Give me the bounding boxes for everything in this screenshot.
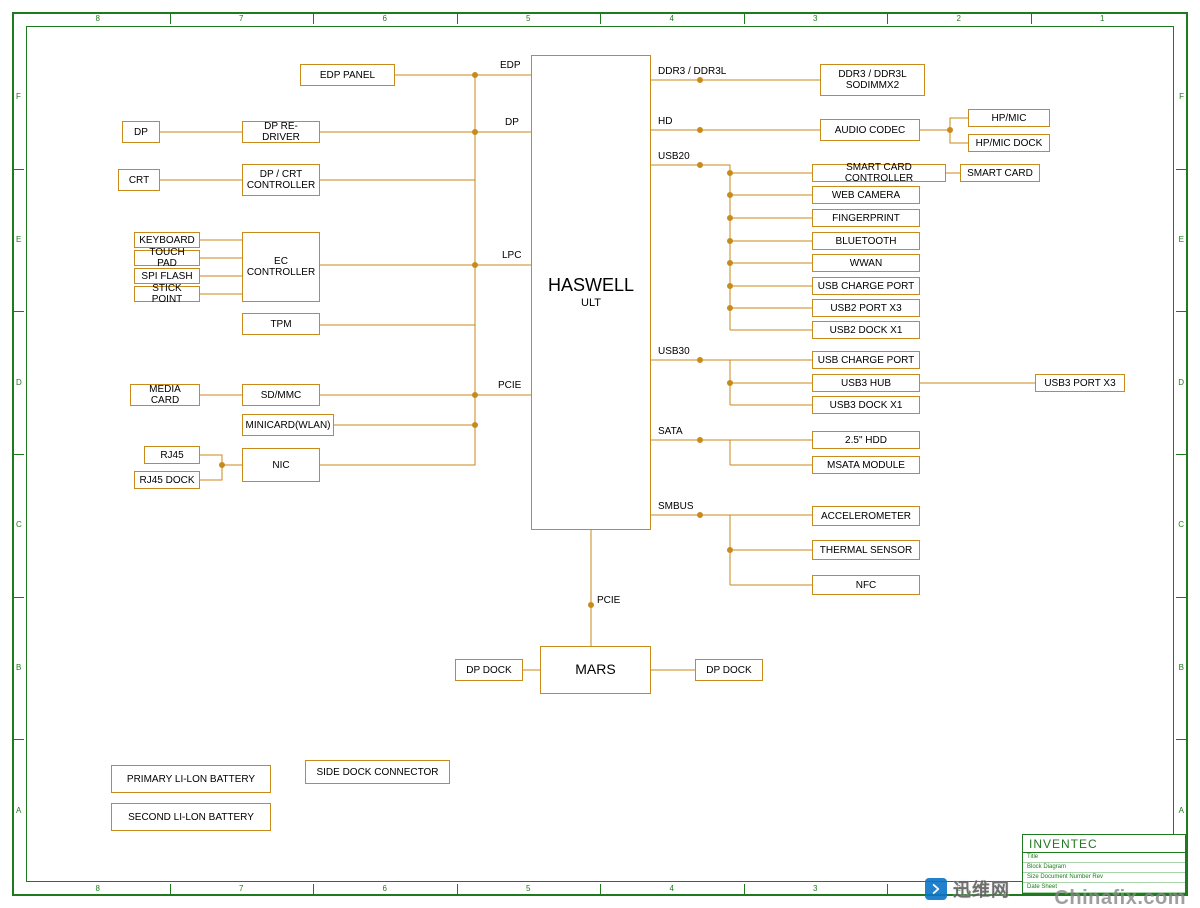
block-bluetooth: BLUETOOTH (812, 232, 920, 250)
title-row-2: Block Diagram (1023, 863, 1185, 873)
block-usb3-dock-x1: USB3 DOCK X1 (812, 396, 920, 414)
watermark-logo: 迅维网 (925, 876, 1010, 902)
label-sata: SATA (658, 426, 683, 437)
block-wwan: WWAN (812, 254, 920, 272)
watermark-text-zh: 迅维网 (953, 876, 1010, 902)
block-hp-mic: HP/MIC (968, 109, 1050, 127)
grid-row-left: D (1178, 379, 1184, 389)
block-primary-battery: PRIMARY LI-LON BATTERY (111, 765, 271, 793)
grid-col-top: 3 (810, 885, 820, 893)
block-thermal-sensor: THERMAL SENSOR (812, 540, 920, 560)
grid-row-left: E (1179, 236, 1184, 246)
block-nfc: NFC (812, 575, 920, 595)
block-keyboard: KEYBOARD (134, 232, 200, 248)
mars-label: MARS (575, 662, 615, 677)
grid-row-left: A (1179, 807, 1184, 817)
grid-row-left: F (16, 93, 21, 103)
block-sd-mmc: SD/MMC (242, 384, 320, 406)
label-pcie-down: PCIE (597, 595, 620, 606)
block-dp-dock-right: DP DOCK (695, 659, 763, 681)
title-block: INVENTEC Title Block Diagram Size Docume… (1022, 834, 1186, 894)
grid-col-top: 4 (667, 885, 677, 893)
block-media-card: MEDIA CARD (130, 384, 200, 406)
grid-row-left: C (1178, 521, 1184, 531)
title-row-1: Title (1023, 853, 1185, 863)
grid-col-top: 8 (93, 15, 103, 23)
block-side-dock-connector: SIDE DOCK CONNECTOR (305, 760, 450, 784)
grid-row-left: A (16, 807, 21, 817)
grid-col-top: 7 (236, 885, 246, 893)
title-brand: INVENTEC (1023, 835, 1185, 853)
block-dp-crt-controller: DP / CRT CONTROLLER (242, 164, 320, 196)
label-edp: EDP (500, 60, 521, 71)
grid-row-left: B (1179, 664, 1184, 674)
block-web-camera: WEB CAMERA (812, 186, 920, 204)
block-hp-mic-dock: HP/MIC DOCK (968, 134, 1050, 152)
grid-col-top: 2 (954, 15, 964, 23)
block-usb-charge-port-2: USB CHARGE PORT (812, 351, 920, 369)
label-smbus: SMBUS (658, 501, 694, 512)
block-usb-charge-port-1: USB CHARGE PORT (812, 277, 920, 295)
block-msata-module: MSATA MODULE (812, 456, 920, 474)
grid-col-top: 1 (1097, 15, 1107, 23)
cpu-subtitle: ULT (581, 297, 601, 309)
block-ddr-sodimm: DDR3 / DDR3L SODIMMX2 (820, 64, 925, 96)
block-edp-panel: EDP PANEL (300, 64, 395, 86)
title-row-3: Size Document Number Rev (1023, 873, 1185, 883)
block-ec-controller: EC CONTROLLER (242, 232, 320, 302)
grid-col-top: 5 (523, 15, 533, 23)
block-dp-redriver: DP RE-DRIVER (242, 121, 320, 143)
block-second-battery: SECOND LI-LON BATTERY (111, 803, 271, 831)
label-pcie-left: PCIE (498, 380, 521, 391)
block-tpm: TPM (242, 313, 320, 335)
grid-row-left: F (1179, 93, 1184, 103)
block-stick-point: STICK POINT (134, 286, 200, 302)
block-usb2-port-x3: USB2 PORT X3 (812, 299, 920, 317)
block-spi-flash: SPI FLASH (134, 268, 200, 284)
label-hd: HD (658, 116, 672, 127)
block-rj45-dock: RJ45 DOCK (134, 471, 200, 489)
block-crt: CRT (118, 169, 160, 191)
grid-col-top: 8 (93, 885, 103, 893)
label-dp: DP (505, 117, 519, 128)
block-smart-card: SMART CARD (960, 164, 1040, 182)
block-usb3-hub: USB3 HUB (812, 374, 920, 392)
label-usb20: USB20 (658, 151, 690, 162)
grid-col-top: 6 (380, 15, 390, 23)
watermark-url: Chinafix.com (1054, 887, 1186, 908)
label-ddr: DDR3 / DDR3L (658, 66, 726, 77)
block-mars: MARS (540, 646, 651, 694)
block-haswell-ult: HASWELL ULT (531, 55, 651, 530)
grid-col-top: 3 (810, 15, 820, 23)
grid-col-top: 5 (523, 885, 533, 893)
block-touchpad: TOUCH PAD (134, 250, 200, 266)
block-accelerometer: ACCELEROMETER (812, 506, 920, 526)
block-nic: NIC (242, 448, 320, 482)
block-minicard-wlan: MINICARD(WLAN) (242, 414, 334, 436)
chevron-icon (925, 878, 947, 900)
label-lpc: LPC (502, 250, 521, 261)
grid-row-left: B (16, 664, 21, 674)
block-dp-dock-left: DP DOCK (455, 659, 523, 681)
block-rj45: RJ45 (144, 446, 200, 464)
grid-col-top: 7 (236, 15, 246, 23)
grid-row-left: C (16, 521, 22, 531)
block-usb2-dock-x1: USB2 DOCK X1 (812, 321, 920, 339)
block-25-hdd: 2.5" HDD (812, 431, 920, 449)
grid-row-left: E (16, 236, 21, 246)
grid-col-top: 4 (667, 15, 677, 23)
block-dp: DP (122, 121, 160, 143)
label-usb30: USB30 (658, 346, 690, 357)
block-audio-codec: AUDIO CODEC (820, 119, 920, 141)
cpu-title: HASWELL (548, 276, 634, 296)
grid-row-left: D (16, 379, 22, 389)
grid-col-top: 6 (380, 885, 390, 893)
block-fingerprint: FINGERPRINT (812, 209, 920, 227)
block-usb3-port-x3: USB3 PORT X3 (1035, 374, 1125, 392)
block-smart-card-controller: SMART CARD CONTROLLER (812, 164, 946, 182)
